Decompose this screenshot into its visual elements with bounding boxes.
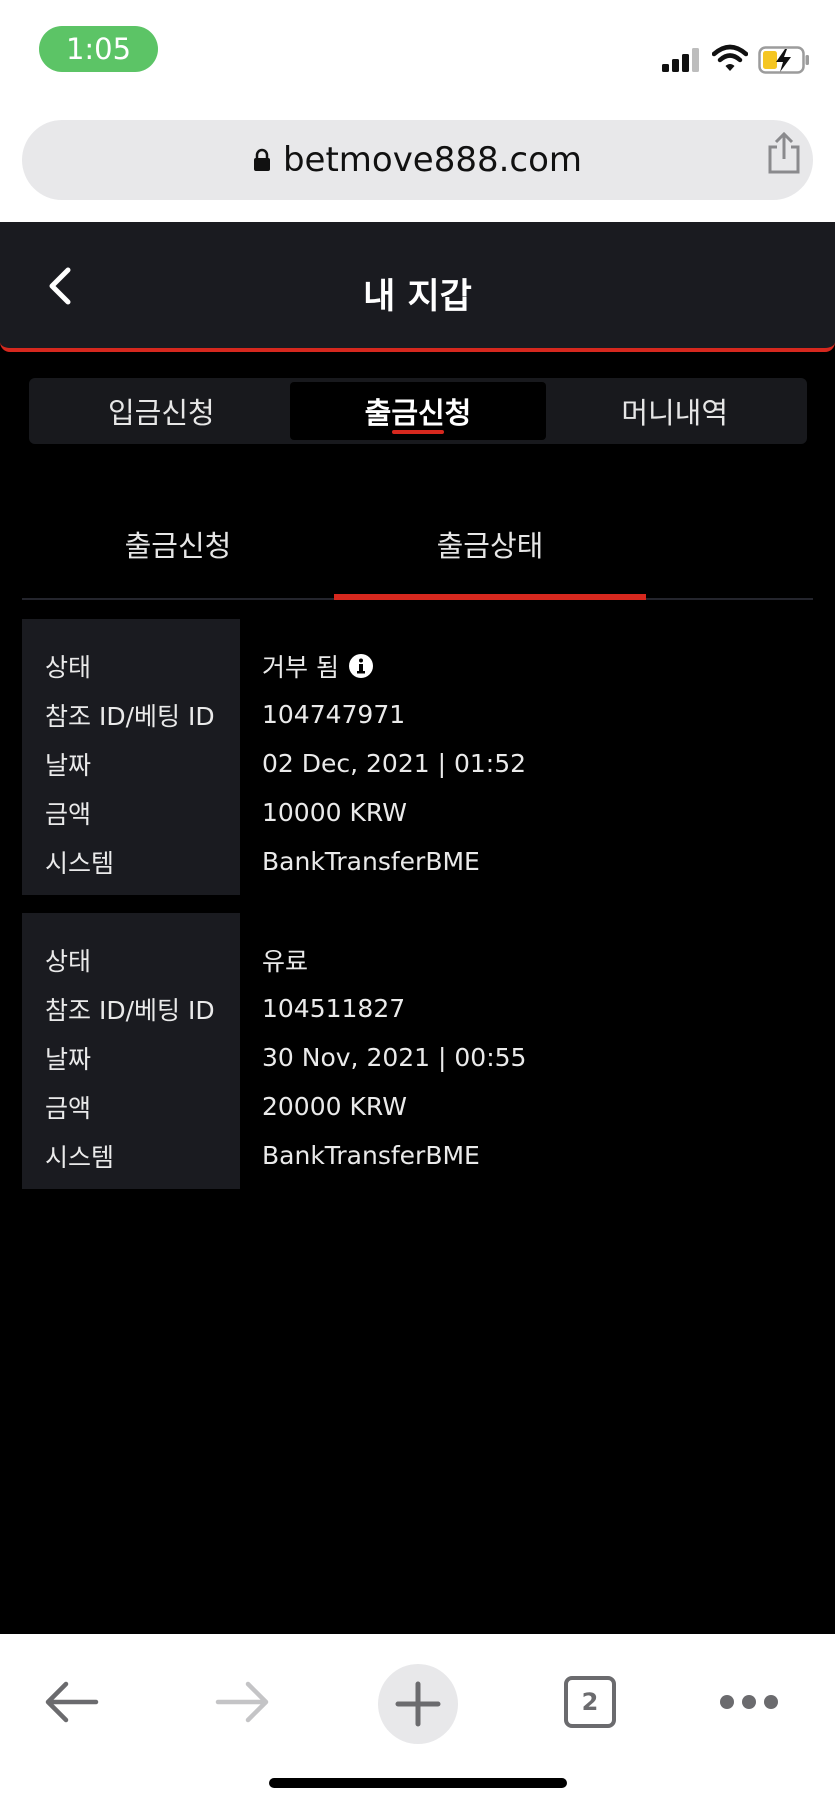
label-ref-id: 참조 ID/베팅 ID xyxy=(45,995,215,1025)
browser-toolbar: 2 xyxy=(0,1634,835,1808)
label-amount: 금액 xyxy=(45,1093,92,1123)
tabs-icon[interactable]: 2 xyxy=(564,1676,616,1728)
value-ref-id: 104747971 xyxy=(262,700,406,729)
record-row-amount: 금액 10000 KRW xyxy=(22,788,813,837)
record-row-ref-id: 참조 ID/베팅 ID 104747971 xyxy=(22,690,813,739)
home-indicator xyxy=(269,1778,567,1788)
record-row-status: 상태 유료 xyxy=(22,935,813,984)
share-icon[interactable] xyxy=(765,132,803,174)
record-row-status: 상태 거부 됨 xyxy=(22,641,813,690)
battery-charging-icon xyxy=(758,46,809,74)
back-arrow-icon[interactable] xyxy=(42,1678,100,1726)
url-text: betmove888.com xyxy=(282,140,583,180)
tab-deposit-request[interactable]: 입금신청 xyxy=(33,382,290,440)
withdrawal-record: 상태 유료 참조 ID/베팅 ID 104511827 날짜 30 Nov, 2… xyxy=(22,913,813,1189)
value-status: 유료 xyxy=(262,946,309,976)
lock-icon xyxy=(253,148,270,171)
value-status: 거부 됨 xyxy=(262,648,373,684)
wifi-icon xyxy=(712,44,748,71)
subtab-withdraw-request[interactable]: 출금신청 xyxy=(22,490,334,598)
value-system: BankTransferBME xyxy=(262,847,480,876)
subtab-withdraw-status[interactable]: 출금상태 xyxy=(334,490,646,600)
label-system: 시스템 xyxy=(45,1142,115,1172)
record-row-date: 날짜 30 Nov, 2021 | 00:55 xyxy=(22,1033,813,1082)
value-amount: 20000 KRW xyxy=(262,1092,407,1121)
label-amount: 금액 xyxy=(45,799,92,829)
withdrawal-record: 상태 거부 됨 참조 ID/베팅 ID 104747971 날짜 02 Dec,… xyxy=(22,619,813,895)
tab-withdraw-request[interactable]: 출금신청 xyxy=(289,382,547,440)
value-ref-id: 104511827 xyxy=(262,994,406,1023)
more-icon[interactable] xyxy=(718,1692,780,1712)
value-system: BankTransferBME xyxy=(262,1141,480,1170)
label-ref-id: 참조 ID/베팅 ID xyxy=(45,701,215,731)
record-row-amount: 금액 20000 KRW xyxy=(22,1082,813,1131)
info-icon[interactable] xyxy=(348,653,373,678)
record-row-system: 시스템 BankTransferBME xyxy=(22,837,813,886)
tab-count: 2 xyxy=(581,1688,599,1716)
status-text: 거부 됨 xyxy=(262,652,339,682)
page-title: 내 지갑 xyxy=(363,277,472,317)
value-amount: 10000 KRW xyxy=(262,798,407,827)
record-row-ref-id: 참조 ID/베팅 ID 104511827 xyxy=(22,984,813,1033)
status-bar: 1:05 xyxy=(0,0,835,112)
record-row-date: 날짜 02 Dec, 2021 | 01:52 xyxy=(22,739,813,788)
address-bar[interactable]: betmove888.com xyxy=(22,120,813,200)
main-tabs: 입금신청 출금신청 머니내역 xyxy=(29,378,807,444)
label-status: 상태 xyxy=(45,946,92,976)
forward-arrow-icon[interactable] xyxy=(214,1678,272,1726)
tab-money-history[interactable]: 머니내역 xyxy=(546,382,803,440)
browser-address-area: betmove888.com xyxy=(0,112,835,222)
signal-icon xyxy=(662,48,699,72)
value-date: 02 Dec, 2021 | 01:52 xyxy=(262,749,527,778)
value-date: 30 Nov, 2021 | 00:55 xyxy=(262,1043,527,1072)
label-system: 시스템 xyxy=(45,848,115,878)
status-time: 1:05 xyxy=(39,26,158,72)
label-status: 상태 xyxy=(45,652,92,682)
new-tab-button[interactable] xyxy=(378,1664,458,1744)
app-header: 내 지갑 xyxy=(0,222,835,352)
label-date: 날짜 xyxy=(45,750,92,780)
sub-tabs: 출금신청 출금상태 xyxy=(22,490,813,600)
record-row-system: 시스템 BankTransferBME xyxy=(22,1131,813,1180)
add-tab-icon xyxy=(395,1681,441,1727)
label-date: 날짜 xyxy=(45,1044,92,1074)
